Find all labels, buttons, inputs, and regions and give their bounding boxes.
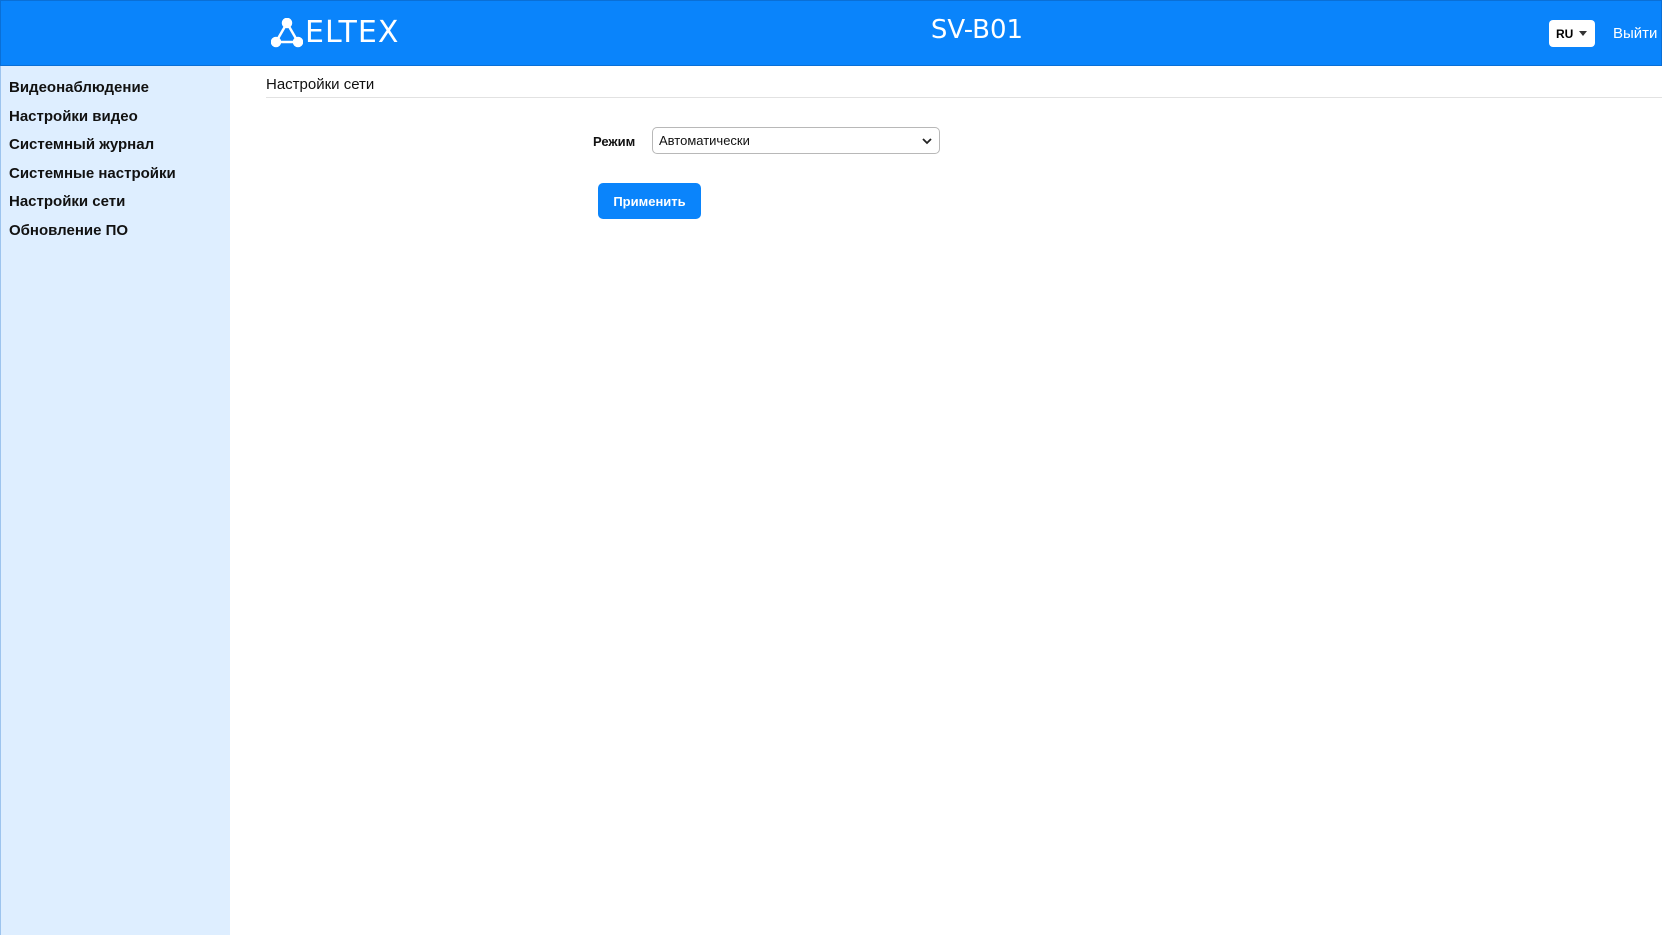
sidebar-item-video-surveillance[interactable]: Видеонаблюдение [1,74,230,103]
device-name: SV-B01 [930,15,1024,45]
language-value: RU [1556,26,1574,41]
sidebar-item-video-settings[interactable]: Настройки видео [1,103,230,132]
caret-down-icon [1579,31,1587,36]
title-divider [266,97,1662,98]
page-title: Настройки сети [266,76,375,93]
apply-button[interactable]: Применить [598,183,701,219]
mode-label: Режим [593,134,636,149]
chevron-down-icon [922,138,932,145]
top-header: ELTEX SV-B01 RU Выйти [0,0,1662,66]
sidebar-item-network-settings[interactable]: Настройки сети [1,188,230,217]
sidebar: Видеонаблюдение Настройки видео Системны… [0,66,230,935]
sidebar-item-system-settings[interactable]: Системные настройки [1,160,230,189]
language-select[interactable]: RU [1549,20,1595,47]
mode-select-value: Автоматически [659,133,750,148]
logout-link[interactable]: Выйти [1613,25,1657,42]
main-content: Настройки сети Режим Автоматически Приме… [230,66,1662,935]
sidebar-item-system-log[interactable]: Системный журнал [1,131,230,160]
mode-select[interactable]: Автоматически [652,127,940,154]
sidebar-item-firmware-update[interactable]: Обновление ПО [1,217,230,246]
